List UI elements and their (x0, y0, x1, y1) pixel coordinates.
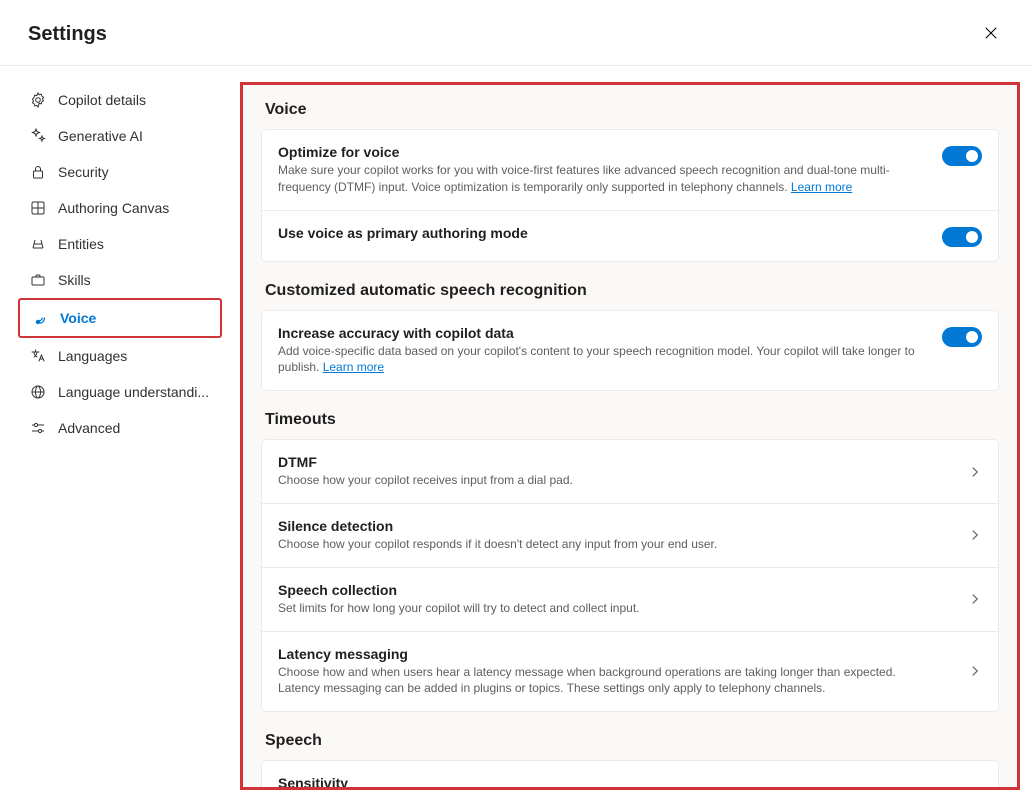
sparkle-icon (30, 128, 46, 144)
sidebar-item-generative-ai[interactable]: Generative AI (18, 118, 222, 154)
voice-primary-toggle[interactable] (942, 227, 982, 247)
timeouts-card: DTMF Choose how your copilot receives in… (261, 439, 999, 712)
voice-primary-item: Use voice as primary authoring mode (262, 210, 998, 261)
speech-collection-desc: Set limits for how long your copilot wil… (278, 600, 928, 617)
sliders-icon (30, 420, 46, 436)
settings-sidebar: Copilot details Generative AI Security A… (0, 66, 240, 808)
gear-icon (30, 92, 46, 108)
speech-section-title: Speech (265, 732, 999, 750)
voice-icon (32, 310, 48, 326)
accuracy-desc: Add voice-specific data based on your co… (278, 343, 922, 377)
sidebar-item-label: Skills (58, 272, 91, 288)
voice-card: Optimize for voice Make sure your copilo… (261, 129, 999, 262)
optimize-for-voice-toggle[interactable] (942, 146, 982, 166)
chevron-right-icon (968, 664, 982, 678)
sensitivity-item[interactable]: Sensitivity Controls the level of sensit… (262, 761, 998, 790)
sidebar-item-skills[interactable]: Skills (18, 262, 222, 298)
silence-desc: Choose how your copilot responds if it d… (278, 536, 928, 553)
globe-icon (30, 384, 46, 400)
sidebar-item-label: Security (58, 164, 109, 180)
sidebar-item-label: Authoring Canvas (58, 200, 169, 216)
voice-primary-title: Use voice as primary authoring mode (278, 225, 922, 241)
sensitivity-title: Sensitivity (278, 775, 948, 790)
chevron-right-icon (968, 592, 982, 606)
sidebar-item-advanced[interactable]: Advanced (18, 410, 222, 446)
sidebar-item-label: Entities (58, 236, 104, 252)
silence-detection-item[interactable]: Silence detection Choose how your copilo… (262, 503, 998, 567)
dtmf-item[interactable]: DTMF Choose how your copilot receives in… (262, 440, 998, 503)
chevron-right-icon (968, 528, 982, 542)
sidebar-item-languages[interactable]: Languages (18, 338, 222, 374)
sidebar-item-label: Copilot details (58, 92, 146, 108)
sidebar-item-label: Languages (58, 348, 127, 364)
sidebar-item-label: Generative AI (58, 128, 143, 144)
close-button[interactable] (978, 20, 1004, 49)
timeouts-section-title: Timeouts (265, 411, 999, 429)
latency-title: Latency messaging (278, 646, 948, 662)
sidebar-item-label: Voice (60, 310, 96, 326)
sidebar-item-security[interactable]: Security (18, 154, 222, 190)
learn-more-link[interactable]: Learn more (791, 180, 852, 194)
canvas-icon (30, 200, 46, 216)
header: Settings (0, 0, 1032, 66)
sidebar-item-entities[interactable]: Entities (18, 226, 222, 262)
asr-section-title: Customized automatic speech recognition (265, 282, 999, 300)
settings-content: Voice Optimize for voice Make sure your … (240, 82, 1020, 790)
speech-collection-item[interactable]: Speech collection Set limits for how lon… (262, 567, 998, 631)
sidebar-item-language-understanding[interactable]: Language understandi... (18, 374, 222, 410)
accuracy-toggle[interactable] (942, 327, 982, 347)
optimize-for-voice-desc: Make sure your copilot works for you wit… (278, 162, 922, 196)
speech-card: Sensitivity Controls the level of sensit… (261, 760, 999, 790)
silence-title: Silence detection (278, 518, 948, 534)
accuracy-title: Increase accuracy with copilot data (278, 325, 922, 341)
latency-messaging-item[interactable]: Latency messaging Choose how and when us… (262, 631, 998, 712)
latency-desc: Choose how and when users hear a latency… (278, 664, 928, 698)
entities-icon (30, 236, 46, 252)
page-title: Settings (28, 23, 107, 46)
accuracy-item: Increase accuracy with copilot data Add … (262, 311, 998, 391)
sidebar-item-label: Advanced (58, 420, 120, 436)
sidebar-item-copilot-details[interactable]: Copilot details (18, 82, 222, 118)
close-icon (984, 26, 998, 43)
sidebar-item-voice[interactable]: Voice (18, 298, 222, 338)
asr-card: Increase accuracy with copilot data Add … (261, 310, 999, 392)
lock-icon (30, 164, 46, 180)
languages-icon (30, 348, 46, 364)
voice-section-title: Voice (265, 101, 999, 119)
optimize-for-voice-title: Optimize for voice (278, 144, 922, 160)
learn-more-link[interactable]: Learn more (323, 360, 384, 374)
sidebar-item-label: Language understandi... (58, 384, 209, 400)
chevron-right-icon (968, 465, 982, 479)
optimize-for-voice-item: Optimize for voice Make sure your copilo… (262, 130, 998, 210)
speech-collection-title: Speech collection (278, 582, 948, 598)
sidebar-item-authoring-canvas[interactable]: Authoring Canvas (18, 190, 222, 226)
dtmf-desc: Choose how your copilot receives input f… (278, 472, 928, 489)
skills-icon (30, 272, 46, 288)
chevron-right-icon (968, 786, 982, 790)
dtmf-title: DTMF (278, 454, 948, 470)
